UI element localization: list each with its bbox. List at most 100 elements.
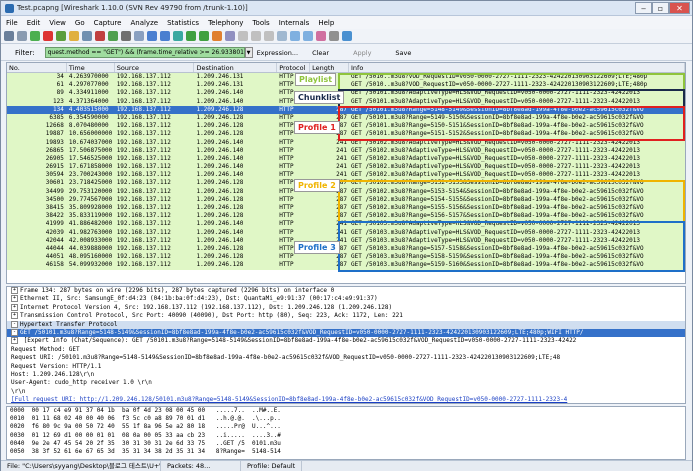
preferences-icon[interactable] (329, 31, 339, 41)
menu-telephony[interactable]: Telephony (208, 19, 243, 27)
zoom-in-icon[interactable] (238, 31, 248, 41)
help-icon[interactable] (342, 31, 352, 41)
capture-filters-icon[interactable] (290, 31, 300, 41)
status-profile[interactable]: Profile: Default (241, 461, 303, 471)
stop-capture-icon[interactable] (43, 31, 53, 41)
expand-icon[interactable]: + (11, 337, 18, 345)
detail-row[interactable]: + [Expert Info (Chat/Sequence): GET /501… (7, 337, 685, 345)
packet-time: 23.718425000 (68, 179, 113, 187)
packet-src: 192.168.137.112 (116, 253, 171, 261)
open-file-icon[interactable] (69, 31, 79, 41)
hex-row: 0030 01 12 69 d1 00 00 01 01 08 0a 00 05… (10, 431, 281, 439)
packet-time: 4.263970000 (68, 73, 109, 80)
menu-view[interactable]: View (49, 19, 66, 27)
detail-row[interactable]: - Hypertext Transfer Protocol (7, 320, 685, 329)
last-packet-icon[interactable] (199, 31, 209, 41)
menu-analyze[interactable]: Analyze (130, 19, 158, 27)
detail-row[interactable]: + Internet Protocol Version 4, Src: 192.1… (7, 303, 685, 312)
packet-dst: 1.209.246.140 (196, 171, 244, 179)
packet-bytes: 0000 00 17 c4 e9 91 37 04 1b ba 0f 4d 23… (6, 406, 686, 460)
interfaces-icon[interactable] (4, 31, 14, 41)
display-filters-icon[interactable] (303, 31, 313, 41)
print-icon[interactable] (121, 31, 131, 41)
zoom-out-icon[interactable] (251, 31, 261, 41)
expand-icon[interactable]: + (11, 303, 18, 311)
reload-icon[interactable] (108, 31, 118, 41)
minimize-button[interactable]: ‒ (635, 2, 652, 14)
column-destination[interactable]: Destination (194, 63, 278, 72)
packet-row[interactable]: 26915 17.671858000 192.168.137.112 1.209.24… (7, 163, 685, 172)
expand-icon[interactable]: + (11, 287, 18, 294)
find-icon[interactable] (134, 31, 144, 41)
restart-capture-icon[interactable] (56, 31, 66, 41)
go-forward-icon[interactable] (160, 31, 170, 41)
collapse-icon[interactable]: - (11, 328, 18, 336)
column-no[interactable]: No. (7, 63, 67, 72)
packet-proto: HTTP (279, 154, 294, 162)
detail-row[interactable]: Request URI: /50101.m3u8?Range=5148-5149… (7, 354, 685, 362)
menu-go[interactable]: Go (75, 19, 85, 27)
close-button[interactable]: ✕ (669, 2, 690, 14)
filter-dropdown-icon[interactable]: ▼ (244, 47, 253, 58)
menu-capture[interactable]: Capture (94, 19, 122, 27)
close-file-icon[interactable] (95, 31, 105, 41)
detail-row[interactable]: - GET /50101.m3u8?Range=5148-5149&Session… (7, 328, 685, 338)
detail-row[interactable]: + Frame 134: 287 bytes on wire (2296 bits… (7, 287, 685, 295)
display-filter-input[interactable]: quest.method == "GET") && (frame.time_re… (44, 47, 245, 58)
menu-internals[interactable]: Internals (279, 19, 310, 27)
packet-row[interactable]: 26865 17.506875000 192.168.137.112 1.209.24… (7, 146, 685, 155)
save-file-icon[interactable] (82, 31, 92, 41)
detail-text: User-Agent: cudo_http receiver 1.0 \r\n (11, 379, 152, 387)
packet-no: 26905 (45, 154, 64, 162)
column-protocol[interactable]: Protocol (277, 63, 311, 72)
packet-src: 192.168.137.112 (116, 89, 171, 97)
packet-time: 17.671858000 (68, 163, 113, 171)
packet-no: 12668 (45, 122, 64, 130)
detail-row[interactable]: [Full request URI: http://1.209.246.128/… (7, 396, 685, 403)
packet-proto: HTTP (279, 261, 294, 269)
detail-row[interactable]: Host: 1.209.246.128\r\n (7, 371, 685, 379)
expand-icon[interactable]: + (11, 295, 18, 303)
normal-size-icon[interactable] (264, 31, 274, 41)
first-packet-icon[interactable] (186, 31, 196, 41)
menu-statistics[interactable]: Statistics (167, 19, 199, 27)
packet-time: 44.039888000 (68, 244, 113, 252)
colorize-icon[interactable] (212, 31, 222, 41)
menu-file[interactable]: File (6, 19, 18, 27)
expression-button[interactable]: Expression... (257, 49, 298, 57)
expand-icon[interactable]: + (11, 312, 18, 320)
detail-row[interactable]: Request Version: HTTP/1.1 (7, 363, 685, 371)
detail-row[interactable]: User-Agent: cudo_http receiver 1.0 \r\n (7, 379, 685, 387)
collapse-icon[interactable]: - (11, 320, 18, 328)
go-to-packet-icon[interactable] (173, 31, 183, 41)
autoscroll-icon[interactable] (225, 31, 235, 41)
packet-row[interactable]: 26905 17.546525000 192.168.137.112 1.209.24… (7, 154, 685, 164)
column-time[interactable]: Time (67, 63, 115, 72)
detail-row[interactable]: Request Method: GET (7, 346, 685, 354)
menu-tools[interactable]: Tools (252, 19, 269, 27)
apply-button[interactable]: Apply (353, 49, 371, 57)
menu-edit[interactable]: Edit (27, 19, 41, 27)
packet-proto: HTTP (279, 204, 294, 211)
menu-help[interactable]: Help (318, 19, 334, 27)
packet-no: 89 (56, 89, 64, 97)
column-source[interactable]: Source (115, 63, 195, 72)
coloring-rules-icon[interactable] (316, 31, 326, 41)
save-button[interactable]: Save (395, 49, 411, 57)
detail-row[interactable]: \r\n (7, 388, 685, 396)
options-icon[interactable] (17, 31, 27, 41)
packet-time: 8.070480000 (68, 122, 109, 130)
packet-dst: 1.209.246.140 (196, 146, 244, 154)
go-back-icon[interactable] (147, 31, 157, 41)
packet-row[interactable]: 30594 23.700243000 192.168.137.112 1.209.24… (7, 171, 685, 180)
packet-len: 241 (336, 154, 347, 162)
detail-row[interactable]: + Transmission Control Protocol, Src Port… (7, 312, 685, 320)
clear-button[interactable]: Clear (312, 49, 329, 57)
detail-row[interactable]: + Ethernet II, Src: SamsungE_0f:d4:23 (04… (7, 295, 685, 303)
column-length[interactable]: Length (310, 63, 349, 72)
packet-time: 10.674037000 (68, 138, 113, 146)
start-capture-icon[interactable] (30, 31, 40, 41)
maximize-button[interactable]: ▫ (652, 2, 669, 14)
column-info[interactable]: Info (349, 63, 685, 72)
resize-columns-icon[interactable] (277, 31, 287, 41)
